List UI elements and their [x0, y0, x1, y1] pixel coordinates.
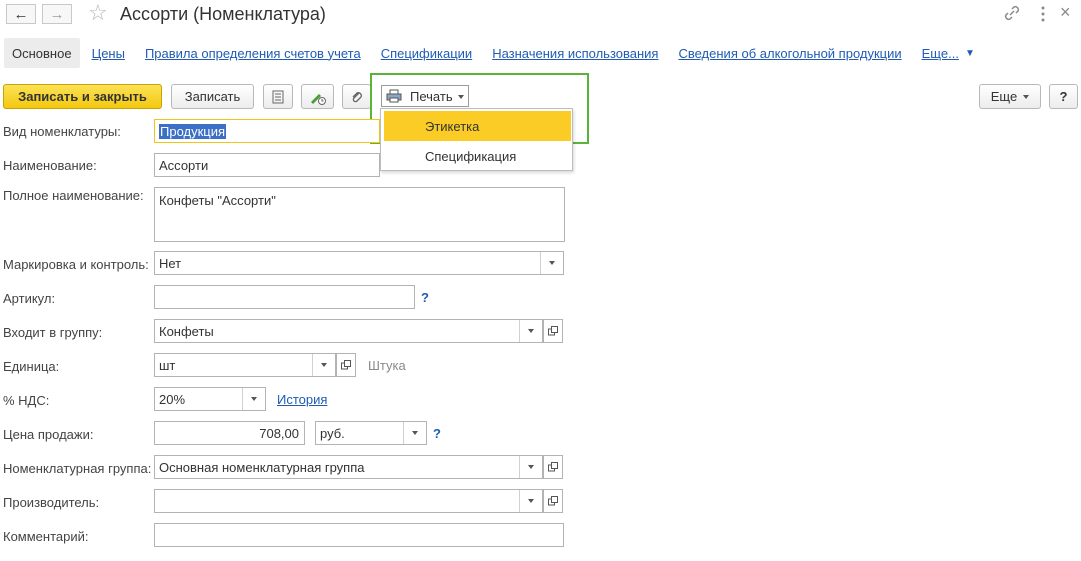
tab-more[interactable]: Еще... [922, 46, 959, 61]
nom-group-open-button[interactable] [543, 455, 563, 479]
link-icon[interactable] [1002, 4, 1022, 22]
nomenclature-type-field[interactable]: Продукция [154, 119, 380, 143]
edit-button[interactable] [301, 84, 334, 109]
back-button[interactable]: ← [6, 4, 36, 24]
producer-dropdown-button[interactable] [519, 490, 542, 512]
menu-item-specification[interactable]: Спецификация [381, 141, 572, 171]
marking-value: Нет [159, 255, 182, 271]
article-help-icon[interactable]: ? [421, 290, 429, 305]
open-window-icon [548, 496, 558, 506]
save-button[interactable]: Записать [171, 84, 254, 109]
print-button[interactable]: Печать [381, 85, 469, 107]
caret-down-icon [1023, 94, 1030, 99]
tab-alcohol[interactable]: Сведения об алкогольной продукции [678, 46, 901, 61]
caret-down-icon [412, 431, 418, 435]
full-name-textarea[interactable]: Конфеты "Ассорти" [154, 187, 565, 242]
nom-group-select[interactable]: Основная номенклатурная группа [154, 455, 543, 479]
more-vertical-icon[interactable] [1038, 5, 1048, 23]
vat-value: 20% [159, 391, 186, 407]
currency-dropdown-button[interactable] [403, 422, 426, 444]
forward-button[interactable]: → [42, 4, 72, 24]
label-article: Артикул: [3, 291, 56, 306]
label-unit: Единица: [3, 359, 60, 374]
tab-main[interactable]: Основное [4, 38, 80, 68]
unit-dropdown-button[interactable] [312, 354, 335, 376]
save-close-button[interactable]: Записать и закрыть [3, 84, 162, 109]
price-help-icon[interactable]: ? [433, 426, 441, 441]
name-input[interactable]: Ассорти [154, 153, 380, 177]
tab-specifications[interactable]: Спецификации [381, 46, 473, 61]
more-label: Еще [990, 89, 1018, 104]
arrow-left-icon: ← [13, 5, 29, 23]
tab-bar: Основное Цены Правила определения счетов… [4, 38, 975, 68]
document-list-button[interactable] [263, 84, 293, 109]
caret-down-icon [528, 465, 534, 469]
unit-select[interactable]: шт [154, 353, 336, 377]
caret-down-icon [549, 261, 555, 265]
marking-select[interactable]: Нет [154, 251, 564, 275]
comment-input[interactable] [154, 523, 564, 547]
unit-hint: Штука [368, 358, 406, 373]
currency-select[interactable]: руб. [315, 421, 427, 445]
printer-icon [386, 89, 402, 103]
paperclip-icon [352, 91, 362, 102]
list-icon [272, 90, 284, 103]
label-producer: Производитель: [3, 495, 100, 510]
price-input[interactable]: 708,00 [154, 421, 305, 445]
label-full-name: Полное наименование: [3, 188, 144, 203]
producer-select[interactable] [154, 489, 543, 513]
label-name: Наименование: [3, 158, 97, 173]
caret-down-icon [528, 329, 534, 333]
currency-value: руб. [320, 425, 345, 441]
vat-select[interactable]: 20% [154, 387, 266, 411]
help-button[interactable]: ? [1049, 84, 1078, 109]
group-open-button[interactable] [543, 319, 563, 343]
group-dropdown-button[interactable] [519, 320, 542, 342]
vat-history-link[interactable]: История [277, 392, 327, 407]
label-marking: Маркировка и контроль: [3, 257, 149, 272]
print-label: Печать [410, 88, 453, 104]
nom-group-dropdown-button[interactable] [519, 456, 542, 478]
label-group: Входит в группу: [3, 325, 103, 340]
vat-dropdown-button[interactable] [242, 388, 265, 410]
favorite-star-icon[interactable]: ☆ [88, 2, 108, 24]
caret-down-icon [528, 499, 534, 503]
caret-down-icon [321, 363, 327, 367]
pencil-clock-icon [310, 93, 326, 105]
group-value: Конфеты [159, 323, 214, 339]
marking-dropdown-button[interactable] [540, 252, 563, 274]
label-comment: Комментарий: [3, 529, 89, 544]
caret-down-icon [457, 95, 464, 99]
label-price: Цена продажи: [3, 427, 94, 442]
open-window-icon [548, 462, 558, 472]
label-vat: % НДС: [3, 393, 50, 408]
close-icon[interactable]: × [1060, 2, 1071, 23]
chevron-down-icon: ▼ [964, 47, 975, 59]
arrow-right-icon: → [49, 5, 65, 23]
menu-item-label[interactable]: Этикетка [384, 111, 571, 141]
label-nom-group: Номенклатурная группа: [3, 461, 152, 476]
full-name-value: Конфеты "Ассорти" [159, 193, 276, 208]
tab-usage[interactable]: Назначения использования [492, 46, 658, 61]
more-button[interactable]: Еще [979, 84, 1041, 109]
attach-button[interactable] [342, 84, 371, 109]
unit-open-button[interactable] [336, 353, 356, 377]
print-menu: Этикетка Спецификация [380, 108, 573, 171]
nomenclature-type-value: Продукция [159, 123, 227, 139]
nom-group-value: Основная номенклатурная группа [159, 459, 365, 475]
producer-open-button[interactable] [543, 489, 563, 513]
caret-down-icon [251, 397, 257, 401]
tab-prices[interactable]: Цены [92, 46, 125, 61]
open-window-icon [548, 326, 558, 336]
price-value: 708,00 [259, 425, 299, 441]
tab-account-rules[interactable]: Правила определения счетов учета [145, 46, 361, 61]
label-nomenclature-type: Вид номенклатуры: [3, 124, 121, 139]
group-select[interactable]: Конфеты [154, 319, 543, 343]
page-title: Ассорти (Номенклатура) [120, 4, 326, 24]
unit-value: шт [159, 357, 176, 373]
open-window-icon [341, 360, 351, 370]
article-input[interactable] [154, 285, 415, 309]
